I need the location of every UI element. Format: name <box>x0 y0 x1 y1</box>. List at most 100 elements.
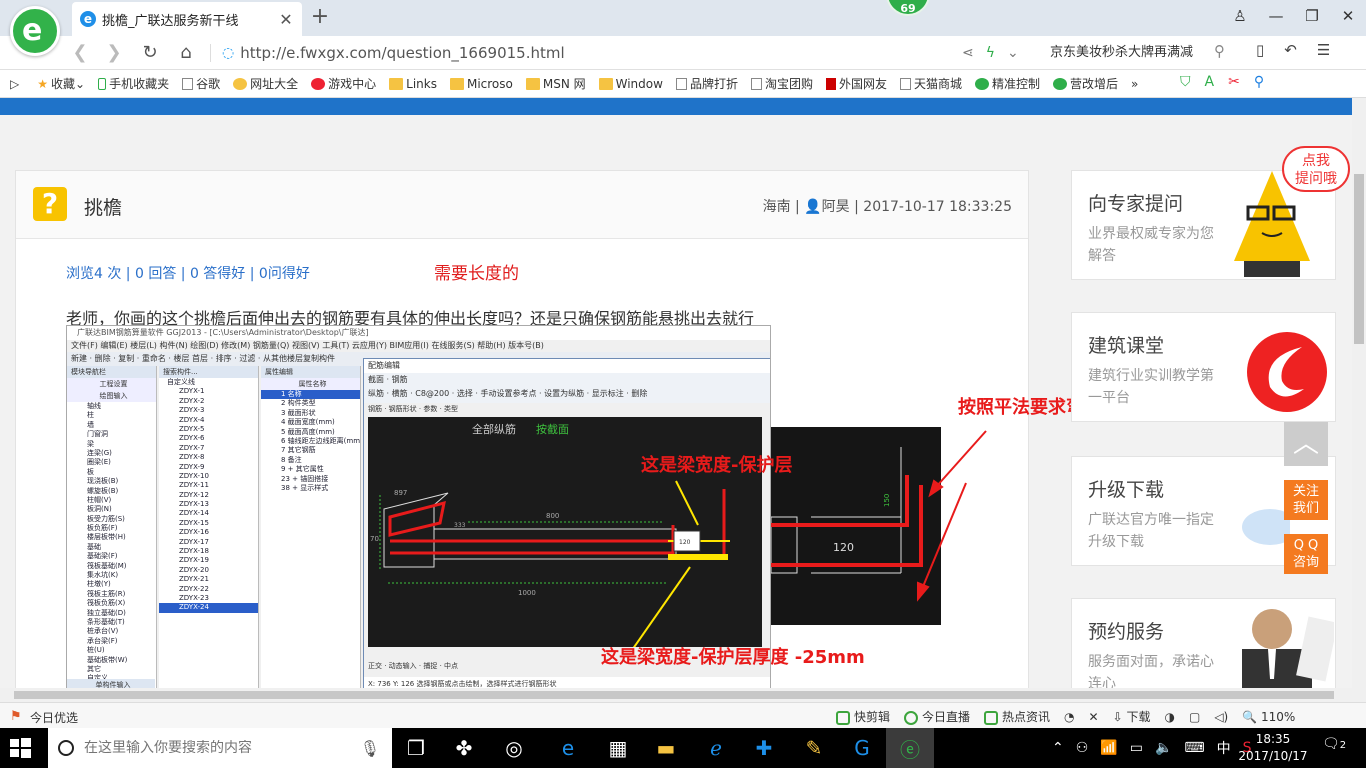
component-list-item[interactable]: ZDYX-1 <box>159 387 258 396</box>
url-input[interactable] <box>240 44 881 62</box>
module-tree-item[interactable]: 柱帽(V) <box>67 496 156 505</box>
bookmark-item[interactable]: Window <box>598 77 663 91</box>
property-row[interactable]: 38 + 显示样式 <box>261 484 360 493</box>
keyboard-icon[interactable]: ⌨ <box>1184 740 1204 756</box>
attached-screenshot[interactable]: 广联达BIM钢筋算量软件 GGJ2013 - [C:\Users\Adminis… <box>66 325 771 688</box>
status-item[interactable]: 今日直播 <box>904 708 970 725</box>
home-button[interactable]: ⌂ <box>172 40 200 66</box>
vertical-scrollbar[interactable] <box>1352 98 1366 688</box>
module-tree-item[interactable]: 现浇板(B) <box>67 477 156 486</box>
component-list-item[interactable]: ZDYX-21 <box>159 575 258 584</box>
property-row[interactable]: 7 其它钢筋 <box>261 446 360 455</box>
module-tree-item[interactable]: 承台梁(F) <box>67 637 156 646</box>
component-list-item[interactable]: ZDYX-14 <box>159 509 258 518</box>
bookmark-item[interactable]: 品牌打折 <box>675 75 738 92</box>
property-row[interactable]: 23 + 锚固搭接 <box>261 475 360 484</box>
network-icon[interactable]: 📶 <box>1100 740 1117 756</box>
magnifier-icon[interactable]: ⚲ <box>1254 74 1264 90</box>
scroll-thumb[interactable] <box>14 691 1334 699</box>
menu-icon[interactable]: ☰ <box>1317 41 1330 65</box>
qq-consult-button[interactable]: Q Q 咨询 <box>1284 534 1328 574</box>
window-icon[interactable]: ▢ <box>1189 710 1200 724</box>
property-row[interactable]: 2 构件类型 <box>261 399 360 408</box>
scissors-icon[interactable]: ✂ <box>1228 74 1240 90</box>
bookmarks-toggle-icon[interactable]: ▷ <box>10 77 19 91</box>
hot-search-text[interactable]: 京东美妆秒杀大牌再满减 <box>1050 41 1240 65</box>
author[interactable]: 阿昊 <box>822 199 850 215</box>
notes-app-icon[interactable]: ✎ <box>790 728 838 768</box>
lightning-icon[interactable]: ϟ <box>986 45 995 61</box>
bookmark-item[interactable]: 天猫商城 <box>900 75 962 92</box>
property-row[interactable]: 9 + 其它属性 <box>261 465 360 474</box>
file-explorer-icon[interactable]: ▬ <box>642 728 690 768</box>
bookmark-item[interactable]: ★ 收藏 ⌄ <box>37 75 85 92</box>
status-item[interactable]: ⇩ 下载 <box>1113 708 1151 725</box>
scroll-thumb[interactable] <box>1354 174 1364 344</box>
ask-bubble[interactable]: 点我 提问哦 <box>1282 146 1350 192</box>
property-row[interactable]: 5 截面高度(mm) <box>261 428 360 437</box>
component-list-item[interactable]: ZDYX-20 <box>159 566 258 575</box>
module-tree-item[interactable]: 柱墩(Y) <box>67 580 156 589</box>
module-tree-item[interactable]: 筏板负筋(X) <box>67 599 156 608</box>
module-tree-item[interactable]: 梁 <box>67 440 156 449</box>
tray-expand-icon[interactable]: ⌃ <box>1052 740 1064 756</box>
component-list-item[interactable]: ZDYX-5 <box>159 425 258 434</box>
booking-card[interactable]: 预约服务 服务面对面，承诺心连心 <box>1071 598 1336 688</box>
component-list-item[interactable]: ZDYX-23 <box>159 594 258 603</box>
back-to-top-button[interactable]: ︿ <box>1284 422 1328 466</box>
system-clock[interactable]: 18:35 2017/10/17 <box>1238 731 1308 765</box>
component-list-item[interactable]: ZDYX-3 <box>159 406 258 415</box>
glodon-app-icon[interactable]: G <box>838 728 886 768</box>
bookmark-item[interactable]: 游戏中心 <box>311 75 376 92</box>
component-list-item[interactable]: ZDYX-19 <box>159 556 258 565</box>
battery-icon[interactable]: ▭ <box>1130 740 1143 756</box>
follow-us-button[interactable]: 关注 我们 <box>1284 480 1328 520</box>
microphone-icon[interactable]: 🎙 <box>360 739 380 758</box>
module-tree-item[interactable]: 筏板主筋(R) <box>67 590 156 599</box>
plus-app-icon[interactable]: ✚ <box>740 728 788 768</box>
component-list-item[interactable]: ZDYX-10 <box>159 472 258 481</box>
bookmark-item[interactable]: 淘宝团购 <box>750 75 813 92</box>
component-list-item[interactable]: ZDYX-9 <box>159 463 258 472</box>
module-tree-item[interactable]: 板 <box>67 468 156 477</box>
search-icon[interactable]: ⚲ <box>1214 42 1225 60</box>
zoom-level[interactable]: 🔍 110% <box>1242 710 1295 724</box>
more-bookmarks-icon[interactable]: » <box>1131 77 1138 91</box>
module-tree-item[interactable]: 板受力筋(S) <box>67 515 156 524</box>
component-list-item[interactable]: ZDYX-22 <box>159 585 258 594</box>
chevron-down-icon[interactable]: ⌄ <box>1007 45 1019 61</box>
module-tree-item[interactable]: 板负筋(F) <box>67 524 156 533</box>
tab-active[interactable]: e 挑檐_广联达服务新干线 ✕ <box>72 2 302 36</box>
module-tree-item[interactable]: 连梁(G) <box>67 449 156 458</box>
component-list-item[interactable]: ZDYX-2 <box>159 397 258 406</box>
module-tree-item[interactable]: 其它 <box>67 665 156 674</box>
module-tree-item[interactable]: 板洞(N) <box>67 505 156 514</box>
close-button[interactable]: ✕ <box>1330 0 1366 32</box>
property-row[interactable]: 4 截面宽度(mm) <box>261 418 360 427</box>
property-row[interactable]: 6 轴线距左边线距离(mm) <box>261 437 360 446</box>
component-list-item[interactable]: ZDYX-15 <box>159 519 258 528</box>
module-tree-item[interactable]: 楼层板带(H) <box>67 533 156 542</box>
module-tree-item[interactable]: 筏板基础(M) <box>67 562 156 571</box>
horizontal-scrollbar[interactable] <box>0 688 1352 702</box>
share-icon[interactable]: ⋖ <box>962 45 974 61</box>
bookmark-item[interactable]: 手机收藏夹 <box>98 75 169 92</box>
module-tree-item[interactable]: 基础 <box>67 543 156 552</box>
shirt-icon[interactable]: ♙ <box>1222 0 1258 32</box>
bookmark-item[interactable]: 精准控制 <box>975 75 1040 92</box>
ie-icon[interactable]: ℯ <box>692 728 740 768</box>
phone-icon[interactable]: ▯ <box>1256 41 1264 65</box>
component-list-item[interactable]: ZDYX-13 <box>159 500 258 509</box>
undo-icon[interactable]: ↶ <box>1284 41 1297 65</box>
new-tab-button[interactable]: + <box>308 4 332 29</box>
status-item[interactable]: 快剪辑 <box>836 708 890 725</box>
taskbar-search[interactable]: 🎙 <box>48 728 392 768</box>
clean-icon[interactable]: ◑ <box>1165 710 1175 724</box>
reload-button[interactable]: ↻ <box>136 40 164 66</box>
windows-start-icon[interactable] <box>8 736 32 760</box>
property-row[interactable]: 1 名称 <box>261 390 360 400</box>
bookmark-item[interactable]: MSN 网 <box>525 75 586 92</box>
store-icon[interactable]: ▦ <box>594 728 642 768</box>
task-view-icon[interactable]: ❐ <box>392 728 440 768</box>
bookmark-item[interactable]: Links <box>389 77 437 91</box>
